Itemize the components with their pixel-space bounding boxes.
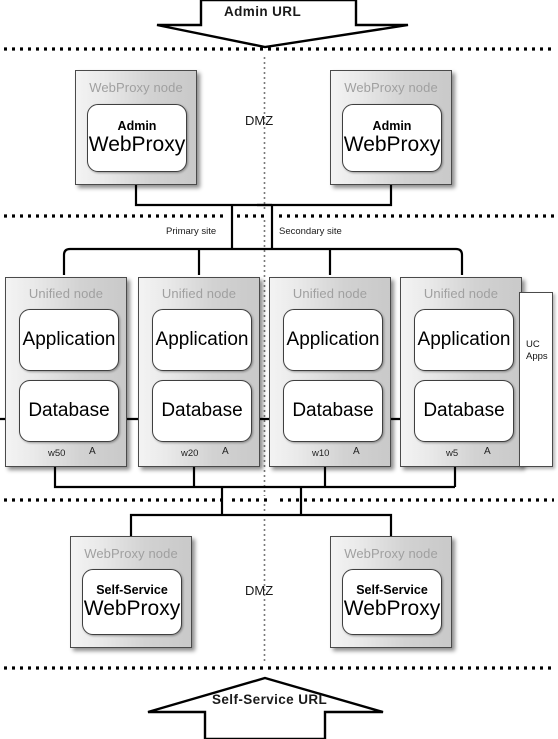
- application-label: Application: [417, 329, 511, 350]
- dmz-label-bottom: DMZ: [245, 583, 274, 598]
- webproxy-role: Self-Service: [96, 583, 168, 597]
- node-weight-label: w20: [181, 448, 199, 459]
- admin-url-label: Admin URL: [224, 4, 302, 19]
- webproxy-role: Admin: [117, 119, 157, 133]
- webproxy-component: Admin WebProxy: [87, 104, 187, 172]
- node-title: Unified node: [28, 286, 104, 301]
- application-component: Application: [283, 309, 383, 371]
- application-label: Application: [286, 329, 380, 350]
- node-flag-label: A: [484, 446, 491, 457]
- application-label: Application: [22, 329, 116, 350]
- webproxy-node-admin-primary[interactable]: WebProxy node Admin WebProxy: [75, 70, 197, 185]
- node-flag-label: A: [353, 446, 360, 457]
- webproxy-node-selfservice-secondary[interactable]: WebProxy node Self-Service WebProxy: [330, 536, 452, 648]
- secondary-site-label: Secondary site: [279, 226, 342, 237]
- unified-node-w20[interactable]: Unified node Application Database w20 A: [138, 277, 260, 467]
- webproxy-name: WebProxy: [343, 597, 441, 620]
- node-weight-label: w5: [446, 448, 459, 459]
- unified-node-w5[interactable]: Unified node Application Database w5 A: [400, 277, 522, 467]
- dmz-label-top: DMZ: [245, 113, 274, 128]
- uc-apps-box[interactable]: UC Apps: [519, 292, 553, 467]
- webproxy-component: Self-Service WebProxy: [82, 569, 182, 635]
- unified-node-w10[interactable]: Unified node Application Database w10 A: [269, 277, 391, 467]
- database-label: Database: [423, 400, 505, 421]
- webproxy-name: WebProxy: [83, 597, 181, 620]
- application-component: Application: [414, 309, 514, 371]
- node-title: Unified node: [161, 286, 237, 301]
- primary-site-label: Primary site: [166, 226, 217, 237]
- webproxy-node-selfservice-primary[interactable]: WebProxy node Self-Service WebProxy: [70, 536, 192, 648]
- node-title: WebProxy node: [84, 546, 178, 561]
- node-weight-label: w10: [312, 448, 330, 459]
- self-service-url-arrow: [147, 676, 384, 739]
- node-title: WebProxy node: [344, 546, 438, 561]
- unified-fanout-bus-top: [62, 247, 464, 275]
- node-flag-label: A: [89, 446, 96, 457]
- webproxy-name: WebProxy: [343, 133, 441, 156]
- webproxy-node-admin-secondary[interactable]: WebProxy node Admin WebProxy: [330, 70, 452, 185]
- database-component: Database: [414, 380, 514, 442]
- webproxy-component: Self-Service WebProxy: [342, 569, 442, 635]
- unified-node-w50[interactable]: Unified node Application Database w50 A: [5, 277, 127, 467]
- webproxy-role: Self-Service: [356, 583, 428, 597]
- database-component: Database: [283, 380, 383, 442]
- database-component: Database: [152, 380, 252, 442]
- application-component: Application: [19, 309, 119, 371]
- self-service-url-label: Self-Service URL: [212, 692, 328, 707]
- uc-apps-line-1: UC: [526, 339, 540, 350]
- application-component: Application: [152, 309, 252, 371]
- node-title: WebProxy node: [344, 80, 438, 95]
- architecture-diagram: Admin URL DMZ Primary site Secondary sit…: [0, 0, 558, 739]
- node-title: Unified node: [423, 286, 499, 301]
- database-label: Database: [161, 400, 243, 421]
- database-component: Database: [19, 380, 119, 442]
- database-label: Database: [28, 400, 110, 421]
- webproxy-role: Admin: [372, 119, 412, 133]
- application-label: Application: [155, 329, 249, 350]
- node-title: Unified node: [292, 286, 368, 301]
- node-weight-label: w50: [48, 448, 66, 459]
- node-flag-label: A: [222, 446, 229, 457]
- uc-apps-line-2: Apps: [526, 351, 548, 362]
- webproxy-component: Admin WebProxy: [342, 104, 442, 172]
- database-label: Database: [292, 400, 374, 421]
- webproxy-name: WebProxy: [88, 133, 186, 156]
- node-title: WebProxy node: [89, 80, 183, 95]
